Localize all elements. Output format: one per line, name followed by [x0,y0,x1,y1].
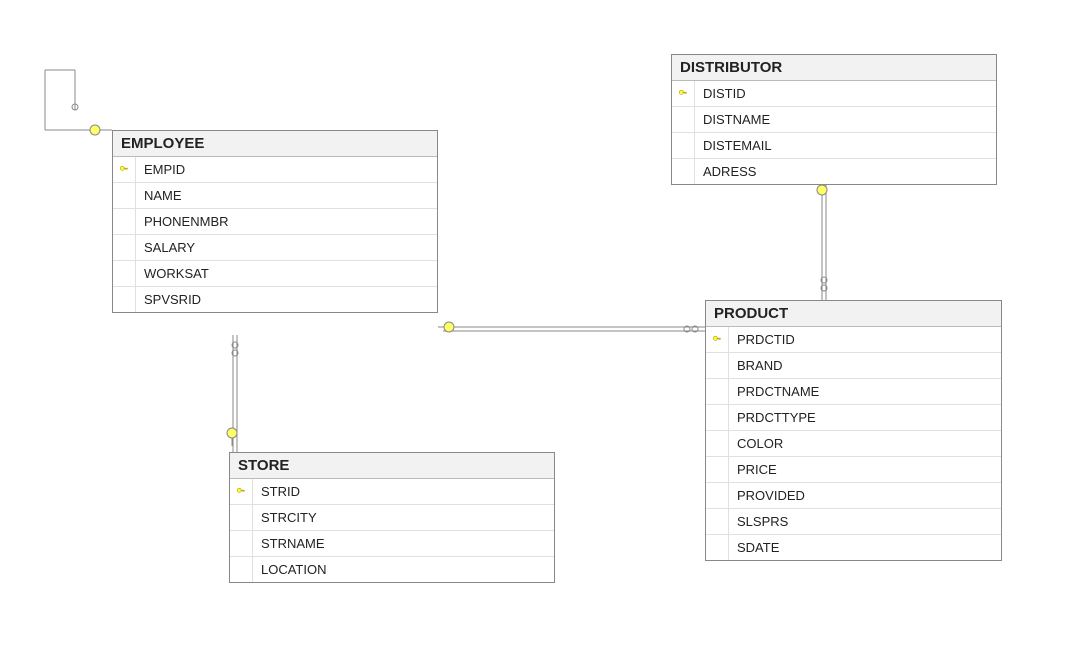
primary-key-icon [119,165,129,175]
table-title-distributor: DISTRIBUTOR [672,55,996,81]
table-employee[interactable]: EMPLOYEE EMPID NAME PHONENMBR SALARY WORKSAT… [112,130,438,313]
column-row[interactable]: PHONENMBR [113,209,437,235]
column-name: EMPID [136,162,185,177]
column-row[interactable]: SALARY [113,235,437,261]
column-name: PRICE [729,462,777,477]
column-name: PRDCTTYPE [729,410,816,425]
column-row[interactable]: PRDCTNAME [706,379,1001,405]
table-distributor-columns: DISTID DISTNAME DISTEMAIL ADRESS [672,81,996,184]
column-name: PRDCTID [729,332,795,347]
key-cell [706,509,729,534]
key-cell [706,405,729,430]
column-row[interactable]: PROVIDED [706,483,1001,509]
column-row[interactable]: PRDCTTYPE [706,405,1001,431]
key-cell [113,183,136,208]
column-name: DISTID [695,86,746,101]
table-title-store: STORE [230,453,554,479]
column-name: COLOR [729,436,783,451]
table-product-columns: PRDCTID BRAND PRDCTNAME PRDCTTYPE COLOR PRICE… [706,327,1001,560]
primary-key-icon [712,335,722,345]
table-product[interactable]: PRODUCT PRDCTID BRAND PRDCTNAME PRDCTTYPE CO… [705,300,1002,561]
column-row[interactable]: DISTNAME [672,107,996,133]
column-name: STRCITY [253,510,317,525]
primary-key-icon [236,487,246,497]
column-name: DISTNAME [695,112,770,127]
key-cell [230,531,253,556]
column-row[interactable]: ADRESS [672,159,996,184]
column-name: PRDCTNAME [729,384,819,399]
table-store[interactable]: STORE STRID STRCITY STRNAME LOCATION [229,452,555,583]
column-name: NAME [136,188,182,203]
column-row[interactable]: DISTEMAIL [672,133,996,159]
table-store-columns: STRID STRCITY STRNAME LOCATION [230,479,554,582]
column-row[interactable]: PRICE [706,457,1001,483]
key-cell [230,557,253,582]
primary-key-icon [678,89,688,99]
key-cell [113,235,136,260]
key-cell [706,535,729,560]
key-cell [113,261,136,286]
key-cell [672,81,695,106]
rel-employee-product [438,322,705,332]
column-name: PROVIDED [729,488,805,503]
column-row[interactable]: STRCITY [230,505,554,531]
column-name: STRNAME [253,536,325,551]
column-name: STRID [253,484,300,499]
key-cell [113,287,136,312]
column-row[interactable]: STRID [230,479,554,505]
rel-employee-self [45,70,112,135]
column-row[interactable]: WORKSAT [113,261,437,287]
key-cell [672,133,695,158]
key-cell [706,353,729,378]
column-row[interactable]: PRDCTID [706,327,1001,353]
key-cell [706,379,729,404]
key-cell [706,327,729,352]
column-row[interactable]: COLOR [706,431,1001,457]
key-cell [230,505,253,530]
key-cell [706,483,729,508]
column-name: BRAND [729,358,783,373]
key-cell [672,159,695,184]
column-row[interactable]: EMPID [113,157,437,183]
key-cell [113,157,136,182]
table-title-product: PRODUCT [706,301,1001,327]
key-cell [113,209,136,234]
key-cell [706,457,729,482]
column-name: SLSPRS [729,514,788,529]
column-row[interactable]: BRAND [706,353,1001,379]
rel-distributor-product [817,179,827,300]
column-name: SDATE [729,540,779,555]
column-name: ADRESS [695,164,756,179]
column-row[interactable]: SPVSRID [113,287,437,312]
column-row[interactable]: LOCATION [230,557,554,582]
key-cell [230,479,253,504]
column-name: LOCATION [253,562,327,577]
column-row[interactable]: NAME [113,183,437,209]
table-distributor[interactable]: DISTRIBUTOR DISTID DISTNAME DISTEMAIL ADRES… [671,54,997,185]
column-row[interactable]: DISTID [672,81,996,107]
column-row[interactable]: STRNAME [230,531,554,557]
table-title-employee: EMPLOYEE [113,131,437,157]
column-name: DISTEMAIL [695,138,772,153]
table-employee-columns: EMPID NAME PHONENMBR SALARY WORKSAT SPVSRID [113,157,437,312]
column-name: WORKSAT [136,266,209,281]
rel-employee-store [227,335,238,452]
key-cell [706,431,729,456]
column-row[interactable]: SDATE [706,535,1001,560]
key-cell [672,107,695,132]
column-name: PHONENMBR [136,214,229,229]
column-row[interactable]: SLSPRS [706,509,1001,535]
column-name: SALARY [136,240,195,255]
column-name: SPVSRID [136,292,201,307]
